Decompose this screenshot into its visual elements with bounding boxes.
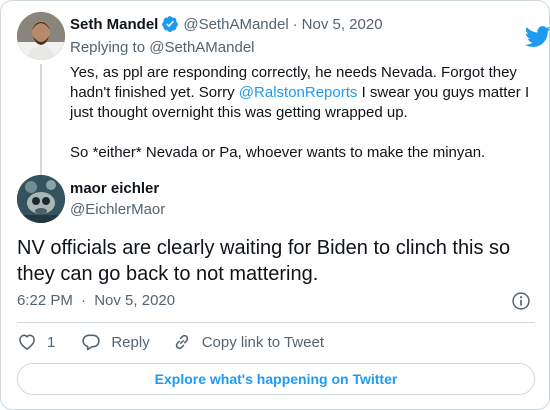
parent-tweet-body: Yes, as ppl are responding correctly, he… xyxy=(70,63,536,163)
main-tweet-timestamp[interactable]: 6:22 PM · Nov 5, 2020 xyxy=(17,292,175,309)
info-icon[interactable] xyxy=(511,291,531,311)
tweet-actions-bar: 1 Reply Copy link to Tweet xyxy=(17,331,324,353)
twitter-bird-icon[interactable] xyxy=(525,26,550,48)
main-author-handle[interactable]: @EichlerMaor xyxy=(70,201,165,218)
like-count: 1 xyxy=(47,333,56,351)
avatar-maor-eichler[interactable] xyxy=(17,175,65,223)
separator-dot: · xyxy=(292,15,298,33)
thread-connector-line xyxy=(40,64,42,180)
tweet-embed-card: Seth Mandel @SethAMandel · Nov 5, 2020 R… xyxy=(0,0,550,410)
separator-dot: · xyxy=(81,292,87,309)
link-icon xyxy=(175,334,188,350)
main-author-name[interactable]: maor eichler xyxy=(70,180,159,197)
reply-label: Reply xyxy=(111,333,150,351)
heart-icon xyxy=(19,334,35,350)
copy-link-button[interactable]: Copy link to Tweet xyxy=(172,332,324,352)
copy-link-label: Copy link to Tweet xyxy=(201,333,324,351)
main-tweet-time[interactable]: 6:22 PM xyxy=(17,292,73,309)
parent-tweet-paragraph-1: Yes, as ppl are responding correctly, he… xyxy=(70,63,536,123)
verified-badge-icon xyxy=(162,16,179,32)
replying-to-handle[interactable]: @SethAMandel xyxy=(149,39,254,56)
parent-tweet: Seth Mandel @SethAMandel · Nov 5, 2020 R… xyxy=(17,12,550,180)
avatar-seth-mandel[interactable] xyxy=(17,12,65,60)
like-button[interactable]: 1 xyxy=(17,332,55,352)
reply-button[interactable]: Reply xyxy=(81,332,150,352)
divider xyxy=(17,322,535,323)
parent-tweet-date[interactable]: Nov 5, 2020 xyxy=(302,16,383,33)
parent-author-handle[interactable]: @SethAMandel xyxy=(183,16,288,33)
reply-bubble-icon xyxy=(82,334,101,351)
mention-link-ralstonreports[interactable]: @RalstonReports xyxy=(239,84,358,101)
parent-author-name[interactable]: Seth Mandel xyxy=(70,16,158,33)
parent-tweet-header: Seth Mandel @SethAMandel · Nov 5, 2020 xyxy=(70,15,383,33)
replying-to-line: Replying to @SethAMandel xyxy=(70,39,255,56)
replying-to-label: Replying to xyxy=(70,39,146,56)
parent-tweet-paragraph-2: So *either* Nevada or Pa, whoever wants … xyxy=(70,144,486,161)
explore-twitter-button[interactable]: Explore what's happening on Twitter xyxy=(17,363,535,395)
main-tweet-text: NV officials are clearly waiting for Bid… xyxy=(17,237,511,285)
main-tweet-date[interactable]: Nov 5, 2020 xyxy=(94,292,175,309)
